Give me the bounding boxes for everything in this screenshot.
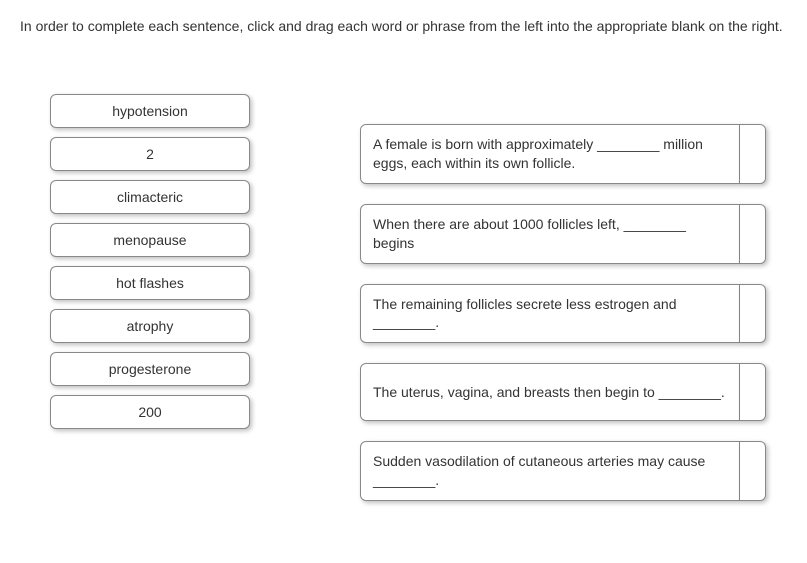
word-bank: hypotension 2 climacteric menopause hot … bbox=[50, 94, 250, 501]
sentence-row: When there are about 1000 follicles left… bbox=[360, 204, 780, 264]
sentence-box: The remaining follicles secrete less est… bbox=[360, 284, 740, 344]
sentence-text: When there are about 1000 follicles left… bbox=[373, 215, 727, 253]
exercise-container: hypotension 2 climacteric menopause hot … bbox=[20, 94, 787, 501]
sentence-list: A female is born with approximately ____… bbox=[360, 124, 780, 501]
sentence-box: The uterus, vagina, and breasts then beg… bbox=[360, 363, 740, 421]
instruction-text: In order to complete each sentence, clic… bbox=[20, 18, 787, 34]
drop-target[interactable] bbox=[740, 204, 766, 264]
draggable-word[interactable]: hot flashes bbox=[50, 266, 250, 300]
sentence-box: Sudden vasodilation of cutaneous arterie… bbox=[360, 441, 740, 501]
draggable-word[interactable]: progesterone bbox=[50, 352, 250, 386]
drop-target[interactable] bbox=[740, 124, 766, 184]
sentence-box: A female is born with approximately ____… bbox=[360, 124, 740, 184]
draggable-word[interactable]: atrophy bbox=[50, 309, 250, 343]
drop-target[interactable] bbox=[740, 284, 766, 344]
sentence-text: Sudden vasodilation of cutaneous arterie… bbox=[373, 452, 727, 490]
sentence-row: A female is born with approximately ____… bbox=[360, 124, 780, 184]
sentence-row: The uterus, vagina, and breasts then beg… bbox=[360, 363, 780, 421]
sentence-box: When there are about 1000 follicles left… bbox=[360, 204, 740, 264]
sentence-row: Sudden vasodilation of cutaneous arterie… bbox=[360, 441, 780, 501]
drop-target[interactable] bbox=[740, 363, 766, 421]
sentence-text: The uterus, vagina, and breasts then beg… bbox=[373, 383, 725, 402]
draggable-word[interactable]: 2 bbox=[50, 137, 250, 171]
sentence-text: A female is born with approximately ____… bbox=[373, 135, 727, 173]
sentence-text: The remaining follicles secrete less est… bbox=[373, 295, 727, 333]
draggable-word[interactable]: 200 bbox=[50, 395, 250, 429]
draggable-word[interactable]: menopause bbox=[50, 223, 250, 257]
drop-target[interactable] bbox=[740, 441, 766, 501]
draggable-word[interactable]: climacteric bbox=[50, 180, 250, 214]
draggable-word[interactable]: hypotension bbox=[50, 94, 250, 128]
sentence-row: The remaining follicles secrete less est… bbox=[360, 284, 780, 344]
